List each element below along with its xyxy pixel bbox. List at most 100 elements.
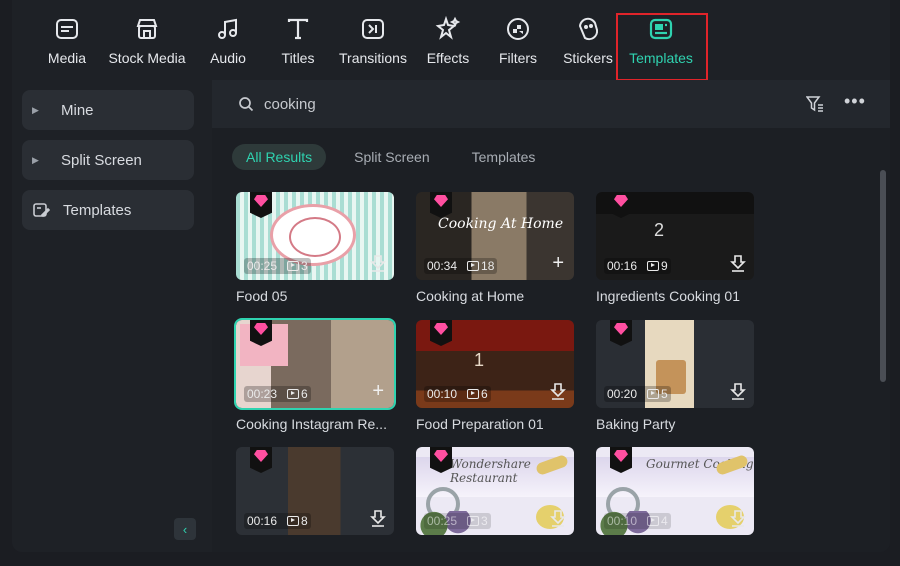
card-thumbnail: 00:23 6 +: [234, 318, 396, 410]
card-thumbnail: Gourmet Cooking 00:10 4: [596, 447, 754, 535]
toolbar-media[interactable]: Media: [46, 14, 88, 76]
toolbar-label: Audio: [210, 50, 246, 66]
template-card-wondershare-restaurant[interactable]: Wondershare Restaurant 00:25 3: [416, 447, 574, 535]
add-icon[interactable]: +: [372, 381, 384, 401]
card-title: Food Preparation 01: [416, 416, 544, 432]
caret-right-icon: ▶: [32, 154, 39, 165]
card-clip-count: 9: [661, 259, 668, 273]
scrollbar[interactable]: [880, 170, 886, 382]
premium-gem-icon: [610, 447, 632, 473]
card-meta: 00:34 18: [424, 258, 498, 274]
result-tabs: All Results Split Screen Templates: [232, 144, 555, 170]
card-clip-count: 3: [481, 514, 488, 528]
sidebar-item-label: Templates: [63, 201, 132, 219]
clips-icon: [647, 261, 660, 271]
clips-icon: [287, 516, 300, 526]
template-card-row3-1[interactable]: 00:16 8: [236, 447, 394, 535]
toolbar-transitions[interactable]: Transitions: [338, 14, 408, 76]
thumbnail-text: Cooking At Home: [438, 216, 564, 232]
toolbar-stickers[interactable]: Stickers: [560, 14, 616, 76]
premium-gem-icon: [430, 320, 452, 346]
template-card-food-05[interactable]: 00:25 3 Food 05: [236, 192, 394, 304]
clips-icon: [287, 261, 300, 271]
card-meta: 00:23 6: [244, 386, 311, 402]
template-card-cooking-at-home[interactable]: Cooking At Home 00:34 18 + Cooking at Hom…: [416, 192, 574, 304]
sidebar-item-split-screen[interactable]: ▶ Split Screen: [22, 140, 194, 180]
main-panel: ••• All Results Split Screen Templates 0…: [212, 80, 890, 552]
card-duration: 00:25: [427, 514, 458, 528]
sidebar: ▶ Mine ▶ Split Screen Templates ‹: [12, 80, 212, 552]
toolbar-label: Stock Media: [108, 50, 186, 66]
card-duration: 00:34: [427, 259, 458, 273]
more-options-icon[interactable]: •••: [844, 92, 866, 112]
card-clip-count: 5: [661, 387, 668, 401]
top-toolbar: Media Stock Media Audio Titles Transitio…: [12, 0, 890, 81]
tab-all-results[interactable]: All Results: [232, 144, 327, 170]
card-meta: 00:25 3: [424, 513, 491, 529]
clips-icon: [647, 389, 660, 399]
clips-icon: [287, 389, 300, 399]
toolbar-audio[interactable]: Audio: [208, 14, 248, 76]
premium-gem-icon: [430, 192, 452, 218]
card-thumbnail: 00:25 3: [236, 192, 394, 280]
premium-gem-icon: [610, 192, 632, 218]
clips-icon: [467, 389, 480, 399]
download-icon[interactable]: [730, 254, 746, 272]
sidebar-item-mine[interactable]: ▶ Mine: [22, 90, 194, 130]
card-duration: 00:10: [427, 387, 458, 401]
toolbar-label: Effects: [426, 50, 470, 66]
card-meta: 00:25 3: [244, 258, 311, 274]
download-icon[interactable]: [370, 254, 386, 272]
card-title: Baking Party: [596, 416, 676, 432]
card-clip-count: 4: [661, 514, 668, 528]
template-edit-icon: [32, 201, 51, 219]
download-icon[interactable]: [550, 509, 566, 527]
card-duration: 00:25: [247, 259, 278, 273]
premium-gem-icon: [430, 447, 452, 473]
card-duration: 00:16: [247, 514, 278, 528]
caret-right-icon: ▶: [32, 104, 39, 115]
filters-icon: [503, 14, 533, 44]
effects-icon: [433, 14, 463, 44]
toolbar-label: Stickers: [563, 50, 613, 66]
sidebar-item-templates[interactable]: Templates: [22, 190, 194, 230]
toolbar-effects[interactable]: Effects: [426, 14, 470, 76]
download-icon[interactable]: [550, 382, 566, 400]
app-window: Media Stock Media Audio Titles Transitio…: [12, 0, 890, 552]
card-duration: 00:16: [607, 259, 638, 273]
toolbar-titles[interactable]: Titles: [280, 14, 316, 76]
search-bar: •••: [212, 80, 890, 128]
card-thumbnail: 00:20 5: [596, 320, 754, 408]
template-card-baking-party[interactable]: 00:20 5 Baking Party: [596, 320, 754, 432]
card-clip-count: 8: [301, 514, 308, 528]
search-input[interactable]: [264, 92, 744, 116]
collapse-sidebar-button[interactable]: ‹: [174, 518, 196, 540]
template-card-food-preparation-01[interactable]: 1 00:10 6 Food Preparation 01: [416, 320, 574, 432]
card-duration: 00:10: [607, 514, 638, 528]
template-card-cooking-instagram[interactable]: 00:23 6 + Cooking Instagram Re...: [234, 318, 396, 432]
card-title: Cooking at Home: [416, 288, 525, 304]
download-icon[interactable]: [370, 509, 386, 527]
card-meta: 00:10 6: [424, 386, 491, 402]
toolbar-filters[interactable]: Filters: [496, 14, 540, 76]
template-card-gourmet-cooking[interactable]: Gourmet Cooking 00:10 4: [596, 447, 754, 535]
card-meta: 00:16 9: [604, 258, 671, 274]
tab-split-screen[interactable]: Split Screen: [340, 144, 443, 170]
card-thumbnail: 00:16 8: [236, 447, 394, 535]
template-card-ingredients-cooking-01[interactable]: 2 00:16 9 Ingredients Cooking 01: [596, 192, 754, 304]
download-icon[interactable]: [730, 509, 746, 527]
card-title: Cooking Instagram Re...: [236, 416, 387, 432]
transitions-icon: [358, 14, 388, 44]
tab-templates[interactable]: Templates: [458, 144, 550, 170]
filter-icon[interactable]: [805, 95, 824, 113]
card-clip-count: 18: [481, 259, 495, 273]
add-icon[interactable]: +: [552, 253, 564, 273]
card-clip-count: 3: [301, 259, 308, 273]
card-thumbnail: Cooking At Home 00:34 18 +: [416, 192, 574, 280]
sidebar-item-label: Mine: [61, 101, 94, 119]
premium-gem-icon: [250, 320, 272, 346]
sidebar-item-label: Split Screen: [61, 151, 142, 169]
search-icon: [238, 96, 254, 112]
toolbar-stock-media[interactable]: Stock Media: [106, 14, 188, 76]
download-icon[interactable]: [730, 382, 746, 400]
